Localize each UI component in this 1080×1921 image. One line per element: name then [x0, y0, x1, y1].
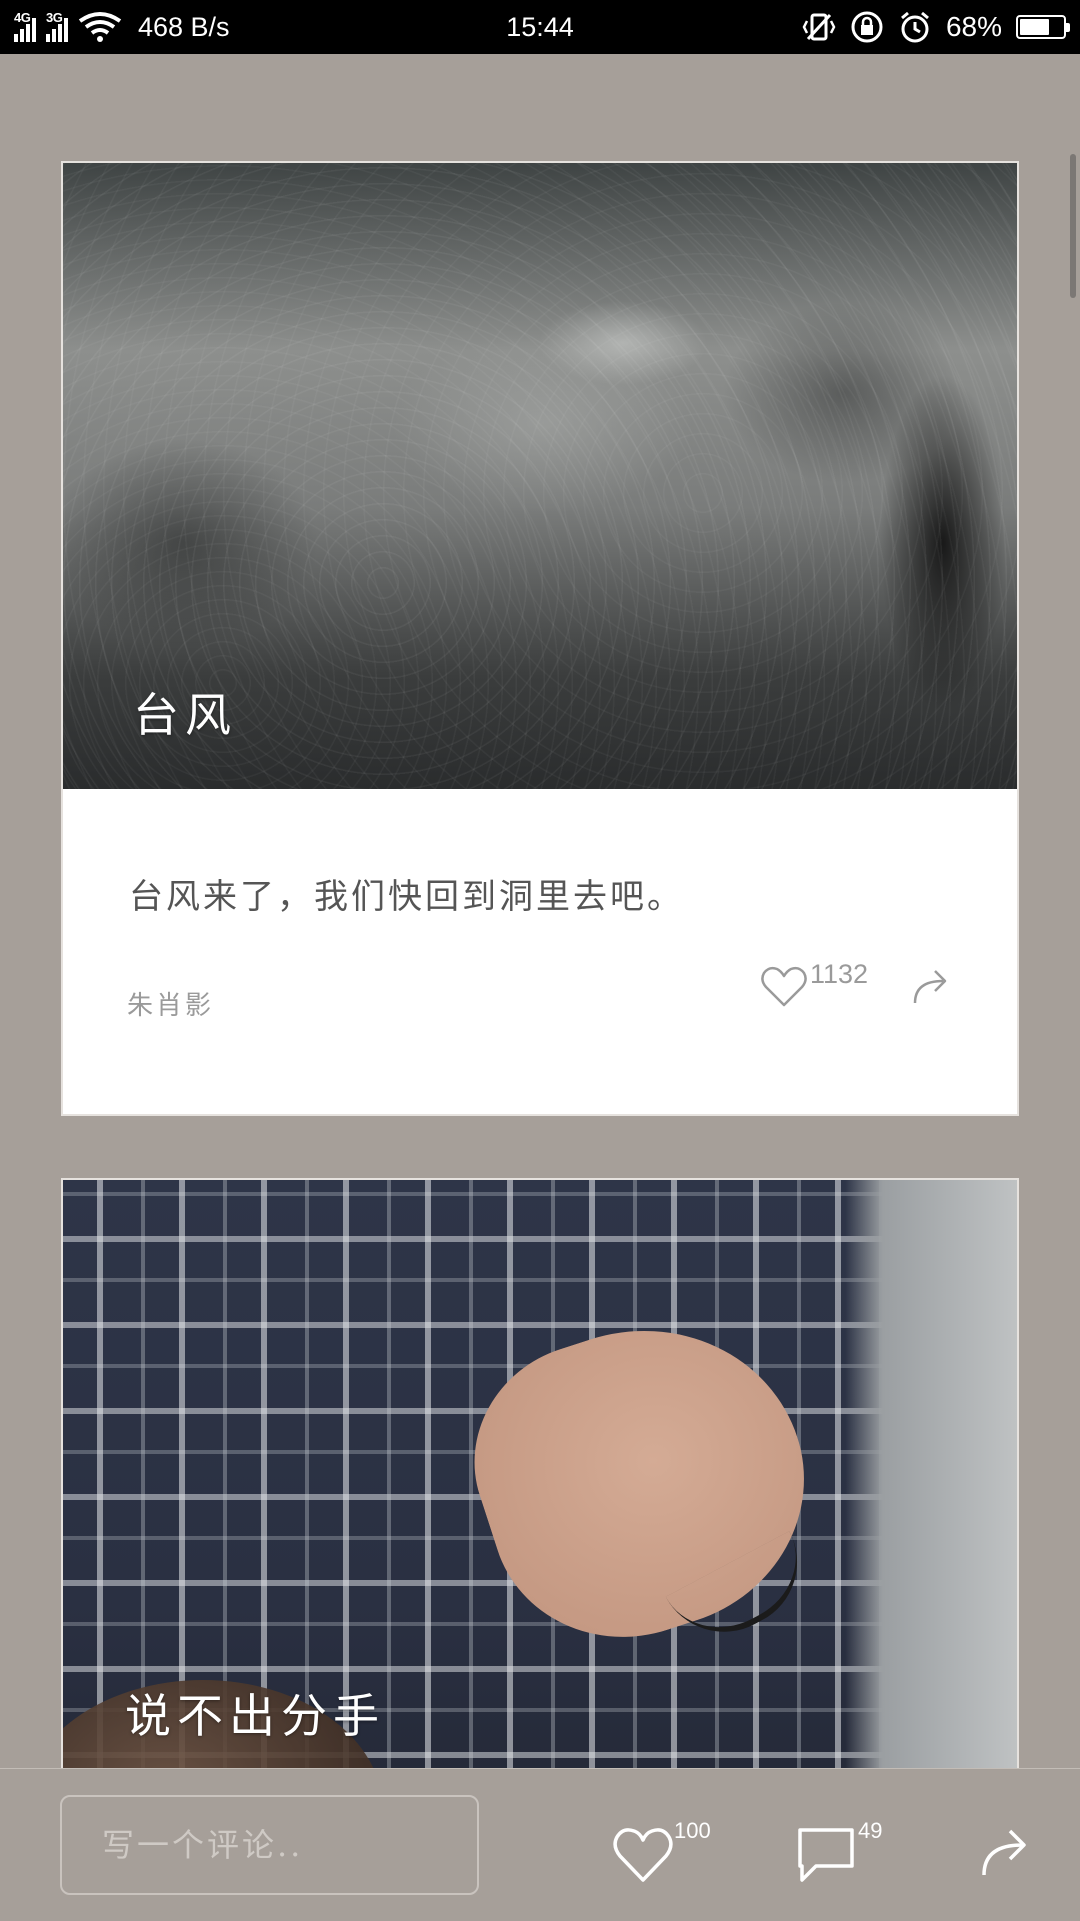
bottom-action-bar: 100 49 — [0, 1768, 1080, 1921]
card-like-button[interactable]: 1132 — [760, 959, 868, 1009]
like-count: 100 — [674, 1818, 711, 1843]
heart-icon — [613, 1828, 673, 1882]
card-author[interactable]: 朱肖影 — [127, 985, 214, 1022]
battery-fill — [1020, 19, 1049, 35]
comment-count: 49 — [858, 1818, 883, 1843]
story-card[interactable]: 说不出分手 — [61, 1178, 1019, 1768]
battery-percent: 68% — [945, 11, 1002, 42]
vibrate-icon — [802, 13, 836, 41]
heart-icon — [761, 966, 807, 1007]
card-like-count: 1132 — [810, 959, 869, 989]
card-title: 说不出分手 — [125, 1689, 385, 1743]
comment-input[interactable] — [60, 1795, 479, 1895]
status-bar: 4G 3G 468 B/s 15:44 68% — [0, 0, 1080, 54]
card-title: 台风 — [133, 688, 237, 742]
rotation-lock-icon — [851, 11, 883, 43]
story-card[interactable]: 台风 台风来了，我们快回到洞里去吧。 朱肖影 1132 — [61, 161, 1019, 1116]
battery-icon — [1016, 15, 1070, 39]
share-icon[interactable] — [980, 1821, 1032, 1877]
status-bar-right: 68% — [802, 0, 1070, 54]
comment-button[interactable]: 49 — [796, 1818, 882, 1884]
scrollbar[interactable] — [1070, 154, 1076, 298]
alarm-icon — [900, 11, 929, 43]
share-icon[interactable] — [911, 963, 951, 1005]
story-feed[interactable]: 台风 台风来了，我们快回到洞里去吧。 朱肖影 1132 说不出分手 — [0, 54, 1080, 1768]
comment-icon — [798, 1828, 854, 1882]
card-text: 台风来了，我们快回到洞里去吧。 — [129, 877, 684, 917]
like-button[interactable]: 100 — [612, 1818, 711, 1884]
